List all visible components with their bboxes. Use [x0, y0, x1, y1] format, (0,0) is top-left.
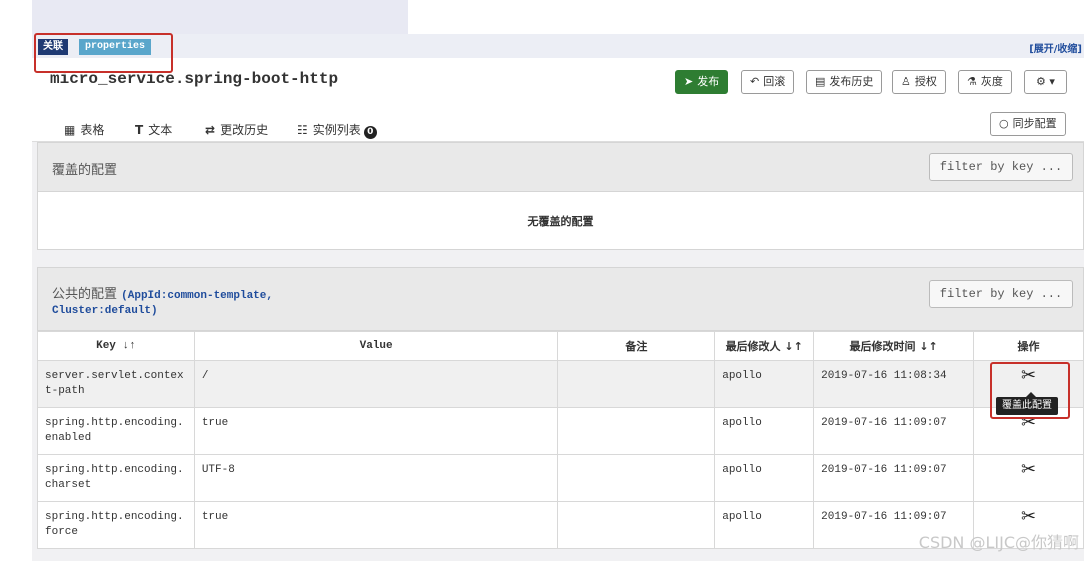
- watermark-text: CSDN @LIJC@你猜啊: [918, 533, 1079, 552]
- row-time: 2019-07-16 11:09:07: [813, 454, 975, 502]
- public-config-title: 公共的配置 (AppId:common-template,: [52, 287, 273, 302]
- namespace-tag-row: 关联 properties [展开/收缩]: [32, 34, 1084, 58]
- public-config-header: 公共的配置 (AppId:common-template, Cluster:de…: [37, 267, 1084, 331]
- view-tabs: ▦ 表格 T 文本 ⇄ 更改历史 ☷ 实例列表 0 ○ 同步配置: [32, 104, 1084, 144]
- time-column-header[interactable]: 最后修改时间 ↓↑: [813, 331, 975, 361]
- text-icon: T: [135, 123, 144, 137]
- sort-icon: ↓↑: [784, 340, 803, 353]
- row-time: 2019-07-16 11:09:07: [813, 407, 975, 455]
- public-cluster: Cluster:default): [52, 305, 158, 317]
- calendar-icon: ▤: [815, 75, 826, 88]
- refresh-icon: ○: [999, 117, 1009, 130]
- settings-dropdown-button[interactable]: ⚙ ▾: [1024, 70, 1067, 94]
- override-config-title: 覆盖的配置: [52, 163, 118, 178]
- rollback-button[interactable]: ↶ 回滚: [741, 70, 795, 94]
- key-column-header[interactable]: Key ↓↑: [37, 331, 195, 361]
- caret-down-icon: ▾: [1049, 75, 1055, 88]
- row-value: /: [193, 360, 559, 408]
- tab-instance-list[interactable]: ☷ 实例列表 0: [297, 121, 377, 139]
- tag-highlight-box: [34, 33, 173, 73]
- row-value: true: [193, 501, 559, 549]
- row-comment: [557, 454, 716, 502]
- row-key: spring.http.encoding.charset: [37, 454, 195, 502]
- row-comment: [557, 501, 716, 549]
- namespace-header: micro_service.spring-boot-http ➤ 发布 ↶ 回滚 ▤…: [32, 58, 1084, 104]
- public-app-id: (AppId:common-template,: [121, 290, 273, 302]
- gear-icon: ⚙: [1036, 75, 1046, 88]
- namespace-panel: 关联 properties [展开/收缩] micro_service.spri…: [32, 33, 1084, 561]
- gray-release-button[interactable]: ⚗ 灰度: [958, 70, 1012, 94]
- row-ops: ✂: [973, 454, 1084, 502]
- tab-text[interactable]: T 文本: [135, 121, 172, 138]
- row-modifier: apollo: [714, 360, 815, 408]
- table-icon: ▦: [64, 123, 76, 137]
- override-config-header: 覆盖的配置 filter by key ...: [37, 142, 1084, 192]
- value-column-header: Value: [193, 331, 559, 361]
- instance-count-badge: 0: [363, 126, 377, 139]
- user-icon: ♙: [901, 75, 911, 88]
- row-key: spring.http.encoding.enabled: [37, 407, 195, 455]
- top-blank-bar: [32, 0, 408, 34]
- table-row: spring.http.encoding.enabled true apollo…: [37, 407, 1084, 455]
- modifier-column-header[interactable]: 最后修改人 ↓↑: [714, 331, 815, 361]
- sort-icon: ↓↑: [122, 340, 136, 352]
- row-time: 2019-07-16 11:08:34: [813, 360, 975, 408]
- override-filter-input[interactable]: filter by key ...: [929, 153, 1073, 181]
- row-comment: [557, 407, 716, 455]
- op-highlight-box: [990, 362, 1070, 419]
- row-modifier: apollo: [714, 454, 815, 502]
- comment-column-header: 备注: [557, 331, 716, 361]
- flask-icon: ⚗: [967, 75, 977, 88]
- sync-config-button[interactable]: ○ 同步配置: [990, 112, 1066, 136]
- override-empty-text: 无覆盖的配置: [527, 215, 594, 228]
- public-filter-input[interactable]: filter by key ...: [929, 280, 1073, 308]
- sort-icon: ↓↑: [919, 340, 938, 353]
- undo-icon: ↶: [750, 75, 760, 88]
- tab-table[interactable]: ▦ 表格: [64, 121, 105, 144]
- override-wrench-icon[interactable]: ✂: [1021, 508, 1036, 526]
- table-header-row: Key ↓↑ Value 备注 最后修改人 ↓↑ 最后修改时间 ↓↑ 操作: [37, 331, 1084, 361]
- publish-history-button[interactable]: ▤ 发布历史: [806, 70, 883, 94]
- row-key: spring.http.encoding.force: [37, 501, 195, 549]
- send-icon: ➤: [684, 75, 694, 88]
- tab-change-history[interactable]: ⇄ 更改历史: [205, 121, 268, 138]
- table-row: spring.http.encoding.charset UTF-8 apoll…: [37, 454, 1084, 502]
- list-icon: ☷: [297, 123, 308, 137]
- override-empty-state: 无覆盖的配置: [37, 192, 1084, 250]
- override-wrench-icon[interactable]: ✂: [1021, 461, 1036, 479]
- row-value: true: [193, 407, 559, 455]
- row-comment: [557, 360, 716, 408]
- table-row: server.servlet.context-path / apollo 201…: [37, 360, 1084, 408]
- expand-collapse-link[interactable]: [展开/收缩]: [1029, 40, 1082, 55]
- swap-icon: ⇄: [205, 123, 216, 137]
- public-config-table: Key ↓↑ Value 备注 最后修改人 ↓↑ 最后修改时间 ↓↑ 操作 se…: [37, 331, 1084, 549]
- row-modifier: apollo: [714, 407, 815, 455]
- row-value: UTF-8: [193, 454, 559, 502]
- publish-button[interactable]: ➤ 发布: [675, 70, 729, 94]
- row-modifier: apollo: [714, 501, 815, 549]
- row-key: server.servlet.context-path: [37, 360, 195, 408]
- authorize-button[interactable]: ♙ 授权: [892, 70, 946, 94]
- ops-column-header: 操作: [973, 331, 1084, 361]
